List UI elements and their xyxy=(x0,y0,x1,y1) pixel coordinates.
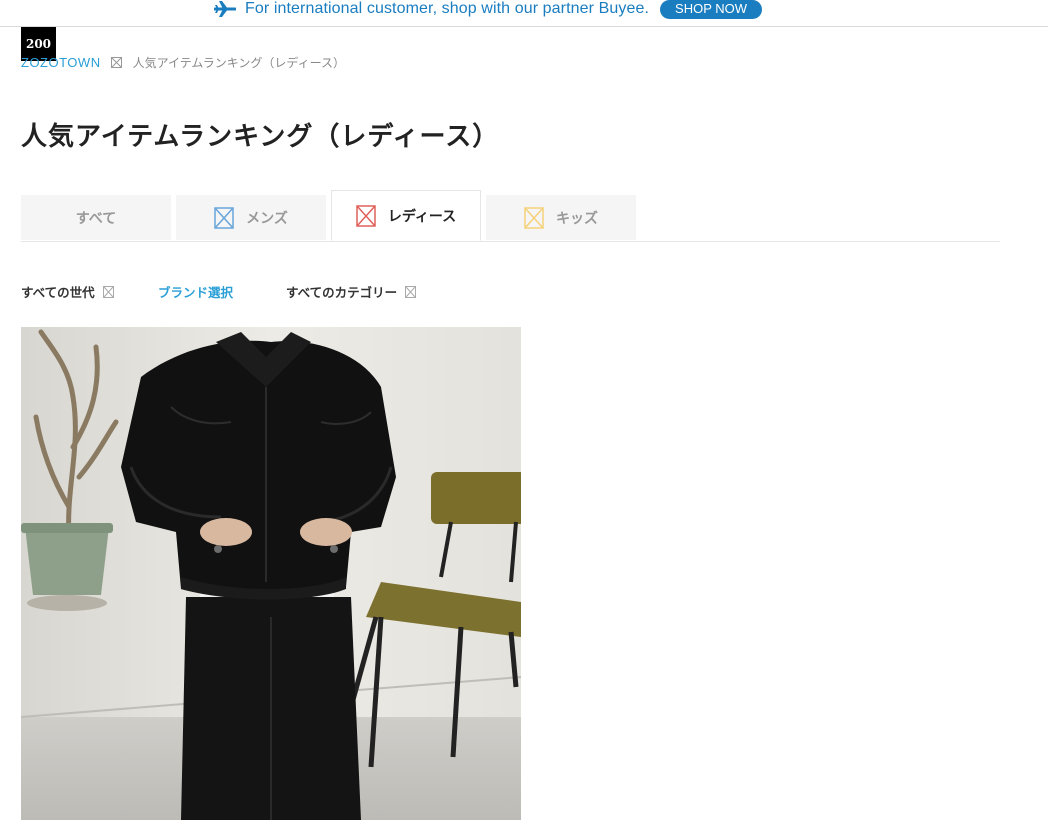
international-banner: For international customer, shop with ou… xyxy=(0,0,1048,27)
breadcrumb: ZOZOTOWN 人気アイテムランキング（レディース） xyxy=(21,54,345,70)
breadcrumb-separator-icon xyxy=(110,56,122,68)
gender-tabs: すべて メンズ レディース キッズ xyxy=(21,190,1000,242)
category-filter-label: すべてのカテゴリー xyxy=(286,285,398,300)
breadcrumb-current: 人気アイテムランキング（レディース） xyxy=(132,55,345,70)
tab-kids[interactable]: キッズ xyxy=(486,195,636,240)
generation-filter[interactable]: すべての世代 xyxy=(21,282,114,301)
generation-filter-label: すべての世代 xyxy=(21,285,95,300)
breadcrumb-home-link[interactable]: ZOZOTOWN xyxy=(21,55,101,70)
kids-icon xyxy=(524,206,544,229)
brand-select-label: ブランド選択 xyxy=(158,285,234,300)
category-filter[interactable]: すべてのカテゴリー xyxy=(286,282,417,301)
tab-mens[interactable]: メンズ xyxy=(176,195,326,240)
product-photo xyxy=(21,327,521,820)
men-icon xyxy=(214,206,234,229)
dropdown-icon xyxy=(405,285,417,298)
tab-all[interactable]: すべて xyxy=(21,195,171,240)
product-image[interactable] xyxy=(21,327,521,820)
page-title: 人気アイテムランキング（レディース） xyxy=(21,122,500,152)
brand-select-link[interactable]: ブランド選択 xyxy=(158,282,233,301)
banner-text[interactable]: For international customer, shop with ou… xyxy=(245,0,649,18)
tab-label: レディース xyxy=(387,208,457,225)
women-icon xyxy=(356,204,376,227)
shop-now-button[interactable]: SHOP NOW xyxy=(660,0,763,19)
dropdown-icon xyxy=(102,285,114,298)
tab-label: すべて xyxy=(75,210,117,227)
tab-womens[interactable]: レディース xyxy=(331,190,481,241)
airplane-icon xyxy=(214,1,236,17)
tab-label: メンズ xyxy=(246,210,288,227)
tab-label: キッズ xyxy=(556,210,598,227)
banner-content: For international customer, shop with ou… xyxy=(214,0,763,19)
